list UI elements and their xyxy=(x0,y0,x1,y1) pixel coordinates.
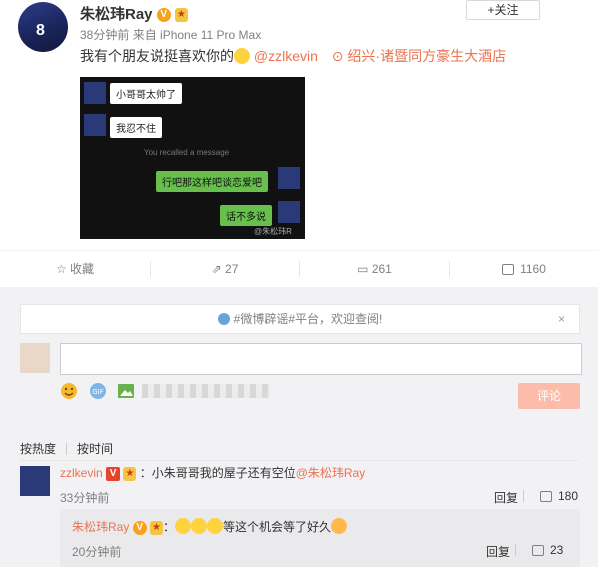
reply-like-button[interactable]: 23 xyxy=(532,543,563,557)
current-user-avatar xyxy=(20,343,50,373)
follow-button[interactable]: +关注 xyxy=(466,0,540,20)
verified-badge-icon: V xyxy=(106,466,121,481)
verified-badge-icon: V xyxy=(156,8,171,23)
chat-bubble: 小哥哥太帅了 xyxy=(110,83,182,104)
post-mention-link[interactable]: @zzlkevin xyxy=(254,48,318,64)
repost-icon: ⇗ xyxy=(211,262,226,276)
chat-bubble: 我忍不住 xyxy=(110,117,162,138)
sort-bar: 按热度 按时间 xyxy=(20,440,113,457)
level-badge-icon: ★ xyxy=(150,520,163,535)
reply-body: 等这个机会等了好久 xyxy=(223,520,332,534)
comment-like-button[interactable]: 180 xyxy=(540,489,578,503)
notice-link[interactable]: #微博辟谣#平台，欢迎查阅! xyxy=(234,312,383,326)
commenter-avatar[interactable] xyxy=(20,466,50,496)
svg-text:GIF: GIF xyxy=(92,388,104,396)
chat-avatar xyxy=(84,114,106,136)
action-bar: ☆ 收藏 ⇗ 27 ▭ 261 1160 xyxy=(0,250,598,287)
laugh-emoji-icon xyxy=(207,518,224,534)
replier-name[interactable]: 朱松玮Ray xyxy=(72,520,129,534)
comment-text: zzlkevin V ★ ：小朱哥哥我的屋子还有空位@朱松玮Ray xyxy=(60,464,365,481)
chat-avatar xyxy=(278,201,300,223)
reply-text: 朱松玮Ray V ★：等这个机会等了好久 xyxy=(72,518,348,535)
level-badge-icon: ★ xyxy=(123,466,137,481)
laugh-emoji-icon xyxy=(191,518,208,534)
laugh-emoji-icon xyxy=(175,518,192,534)
sort-hot-tab[interactable]: 按热度 xyxy=(20,442,56,456)
post-meta: 38分钟前 来自 iPhone 11 Pro Max xyxy=(80,26,261,43)
recall-notice: You recalled a message xyxy=(144,148,230,157)
repost-option-blurred[interactable] xyxy=(142,384,270,398)
chat-avatar xyxy=(84,82,106,104)
close-icon[interactable]: × xyxy=(558,305,565,333)
emoji-icon[interactable] xyxy=(60,382,78,400)
thumb-up-icon xyxy=(532,545,544,556)
commenter-name[interactable]: zzlkevin xyxy=(60,466,103,480)
repost-button[interactable]: ⇗ 27 xyxy=(151,251,299,287)
gif-icon[interactable]: GIF xyxy=(89,382,107,400)
comment-time: 33分钟前 xyxy=(60,491,110,505)
chat-bubble: 行吧那这样吧谈恋爱吧 xyxy=(156,171,268,192)
verified-badge-icon: V xyxy=(132,520,147,535)
reply-time: 20分钟前 xyxy=(72,545,122,559)
level-badge-icon: ★ xyxy=(174,8,188,23)
comment-button[interactable]: ▭ 261 xyxy=(300,251,449,287)
comment-input[interactable] xyxy=(60,343,582,375)
author-name[interactable]: 朱松玮Ray xyxy=(80,6,153,23)
location-link[interactable]: ⊙ 绍兴·诸暨同方豪生大酒店 xyxy=(332,48,506,64)
info-icon xyxy=(217,313,230,325)
location-pin-icon: ⊙ xyxy=(331,48,348,64)
post-image[interactable]: 小哥哥太帅了 我忍不住 You recalled a message 行吧那这样… xyxy=(80,77,305,239)
reply-button[interactable]: 回复 xyxy=(494,489,518,506)
thumb-up-icon xyxy=(502,264,515,275)
chat-bubble: 话不多说 xyxy=(220,205,272,226)
shy-emoji-icon xyxy=(234,48,250,64)
submit-comment-button[interactable]: 评论 xyxy=(518,383,580,409)
favorite-button[interactable]: ☆ 收藏 xyxy=(0,251,150,287)
wow-emoji-icon xyxy=(331,518,348,534)
author-avatar[interactable]: 8 xyxy=(18,2,68,52)
post-body: 我有个朋友说挺喜欢你的 xyxy=(80,48,234,64)
chat-avatar xyxy=(278,167,300,189)
image-watermark: @朱松玮R xyxy=(254,227,292,236)
post-source: 来自 iPhone 11 Pro Max xyxy=(132,28,262,42)
post-time[interactable]: 38分钟前 xyxy=(80,28,129,42)
comment-icon: ▭ xyxy=(357,262,372,276)
author-name-row: 朱松玮Ray V ★ xyxy=(80,3,188,24)
star-icon: ☆ xyxy=(55,262,71,276)
comment-body: ：小朱哥哥我的屋子还有空位 xyxy=(139,466,296,480)
post-text: 我有个朋友说挺喜欢你的 @zzlkevin ⊙ 绍兴·诸暨同方豪生大酒店 xyxy=(80,46,506,66)
thumb-up-icon xyxy=(540,491,552,502)
notice-bar: #微博辟谣#平台，欢迎查阅! × xyxy=(20,304,580,334)
reply-button[interactable]: 回复 xyxy=(486,543,510,560)
like-button[interactable]: 1160 xyxy=(450,251,598,287)
image-upload-icon[interactable] xyxy=(117,382,135,400)
comment-mention[interactable]: @朱松玮Ray xyxy=(296,466,366,480)
sort-time-tab[interactable]: 按时间 xyxy=(77,442,113,456)
